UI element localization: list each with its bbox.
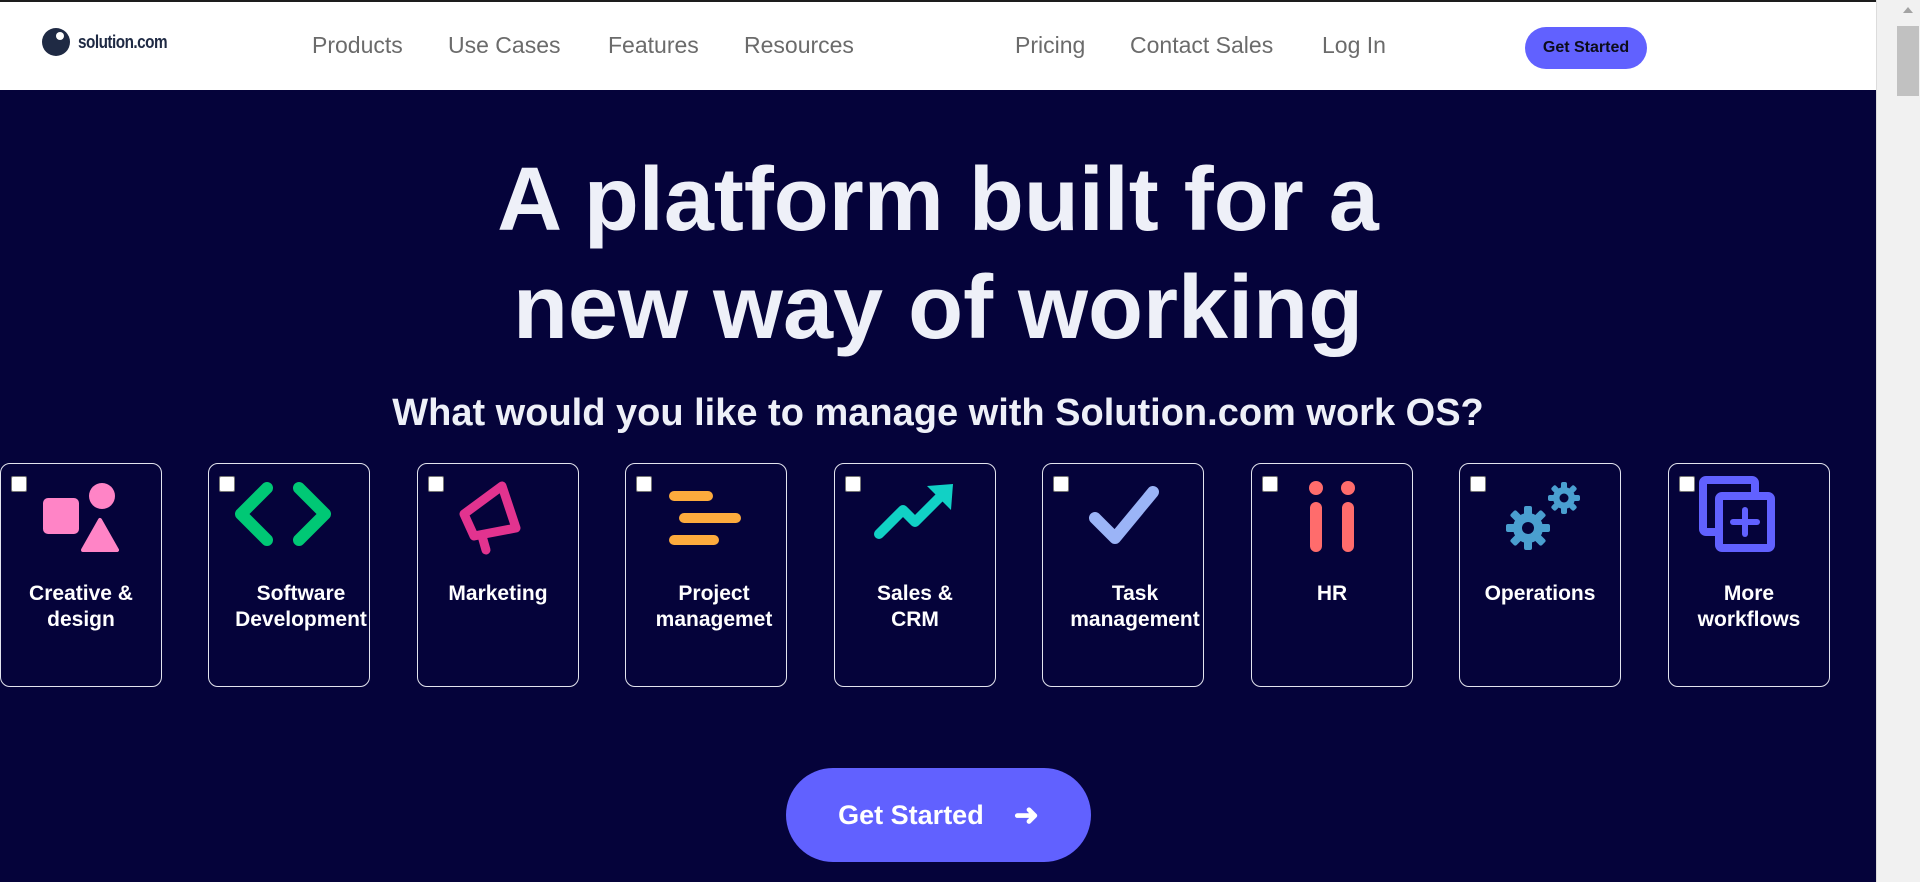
workflow-card-task-management[interactable]: Task management (1042, 463, 1204, 687)
card-label-line1: HR (1316, 582, 1348, 605)
hero-title-line2: new way of working (512, 258, 1364, 358)
card-label: Marketing (418, 581, 578, 607)
card-label-line2: management (1070, 608, 1200, 631)
logo-text: solution.com (78, 31, 168, 52)
cta-label: Get Started (838, 799, 984, 830)
header-get-started-button[interactable]: Get Started (1525, 27, 1647, 69)
workflow-card-hr[interactable]: HR (1251, 463, 1413, 687)
workflow-card-software-development[interactable]: Software Development (208, 463, 370, 687)
card-checkbox[interactable] (11, 476, 27, 492)
card-label-line1: Task (1111, 582, 1159, 605)
card-label-line1: Software (256, 582, 346, 605)
hero-subtitle: What would you like to manage with Solut… (392, 392, 1484, 434)
card-label: Project managemet (634, 581, 794, 633)
workflow-card-more-workflows[interactable]: More workflows (1668, 463, 1830, 687)
workflow-card-creative-design[interactable]: Creative & design (0, 463, 162, 687)
card-checkbox[interactable] (1262, 476, 1278, 492)
card-label: HR (1252, 581, 1412, 607)
card-label-line1: Operations (1484, 582, 1596, 605)
card-label-line1: More (1723, 582, 1775, 605)
logo-mark-icon (42, 28, 70, 56)
logo[interactable]: solution.com (40, 24, 183, 60)
card-label: Operations (1460, 581, 1620, 607)
card-checkbox[interactable] (1470, 476, 1486, 492)
nav-use-cases[interactable]: Use Cases (448, 32, 560, 59)
card-label-line2: workflows (1697, 608, 1801, 631)
nav-contact-sales[interactable]: Contact Sales (1130, 32, 1273, 59)
add-window-icon (1699, 476, 1775, 552)
card-label: Sales & CRM (835, 581, 995, 633)
checkmark-icon (1089, 486, 1159, 544)
megaphone-icon (459, 481, 521, 555)
hero-title: A platform built for a new way of workin… (0, 146, 1876, 362)
card-label: More workflows (1669, 581, 1829, 633)
card-label-line1: Creative & (29, 582, 133, 605)
card-label-line2: CRM (891, 608, 939, 631)
site-header: solution.com Products Use Cases Features… (0, 2, 1876, 90)
hero-title-line1: A platform built for a (497, 150, 1379, 250)
gears-icon (1506, 482, 1580, 550)
scrollbar-thumb[interactable] (1897, 26, 1919, 96)
nav-products[interactable]: Products (312, 32, 403, 59)
card-label-line2: managemet (655, 608, 773, 631)
card-checkbox[interactable] (428, 476, 444, 492)
card-checkbox[interactable] (845, 476, 861, 492)
card-label-line1: Project (678, 582, 750, 605)
nav-log-in[interactable]: Log In (1322, 32, 1386, 59)
workflow-card-marketing[interactable]: Marketing (417, 463, 579, 687)
card-label-line2: design (47, 608, 115, 631)
card-checkbox[interactable] (636, 476, 652, 492)
trending-up-icon (874, 484, 953, 539)
card-checkbox[interactable] (1679, 476, 1695, 492)
hero-section: A platform built for a new way of workin… (0, 90, 1876, 882)
card-label-line1: Sales & (877, 582, 953, 605)
workflow-card-operations[interactable]: Operations (1459, 463, 1621, 687)
card-label: Creative & design (1, 581, 161, 633)
card-label: Software Development (221, 581, 381, 633)
nav-resources[interactable]: Resources (744, 32, 854, 59)
vertical-scrollbar[interactable] (1876, 0, 1920, 882)
card-label-line1: Marketing (448, 582, 548, 605)
nav-features[interactable]: Features (608, 32, 699, 59)
code-brackets-icon (235, 482, 331, 546)
card-checkbox[interactable] (1053, 476, 1069, 492)
card-label-line2: Development (235, 608, 367, 631)
people-icon (1309, 481, 1355, 552)
workflow-card-sales-crm[interactable]: Sales & CRM (834, 463, 996, 687)
shapes-icon (43, 483, 119, 552)
scroll-up-arrow-icon[interactable] (1877, 0, 1920, 20)
hero-get-started-button[interactable]: Get Started ➜ (786, 768, 1091, 862)
gantt-bars-icon (669, 491, 741, 545)
card-label: Task management (1055, 581, 1215, 633)
nav-pricing[interactable]: Pricing (1015, 32, 1085, 59)
workflow-card-project-management[interactable]: Project managemet (625, 463, 787, 687)
arrow-right-icon: ➜ (1013, 798, 1039, 832)
